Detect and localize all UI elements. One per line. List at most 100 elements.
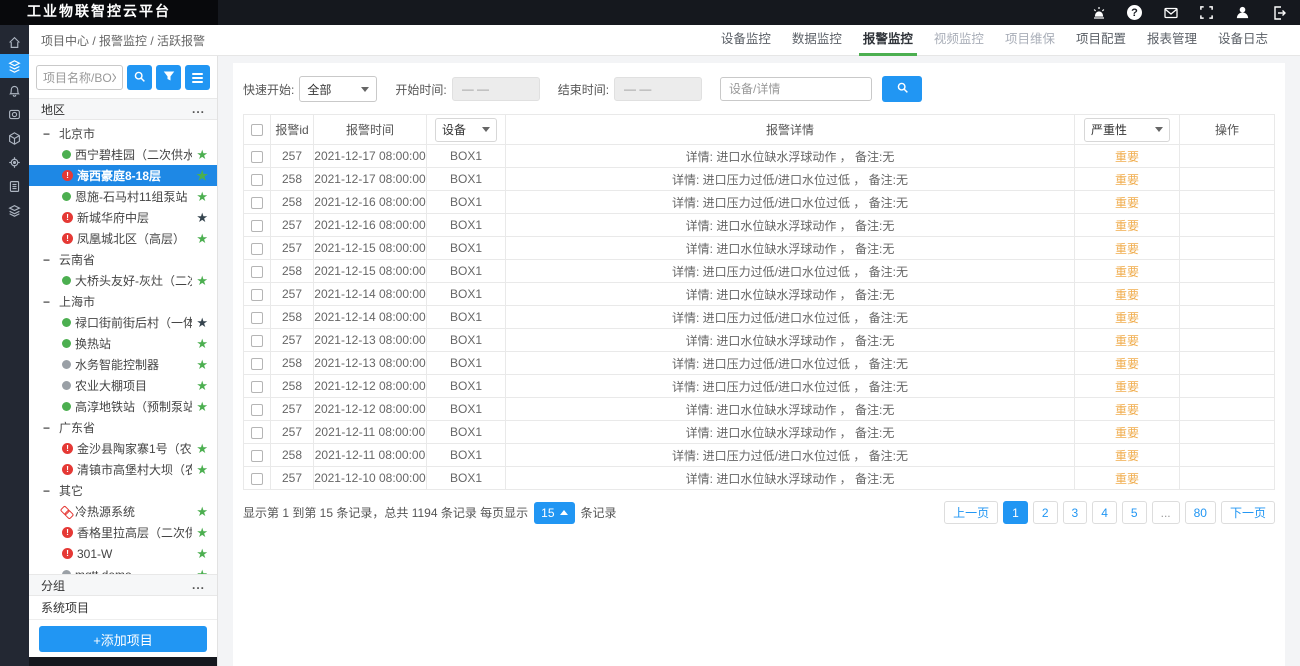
collapse-icon[interactable]: −: [43, 127, 55, 141]
row-checkbox[interactable]: [251, 450, 263, 462]
page-size-select[interactable]: 15: [534, 502, 574, 524]
nav-tab[interactable]: 设备日志: [1212, 25, 1274, 56]
page-button[interactable]: 上一页: [944, 501, 998, 524]
nav-tab[interactable]: 项目维保: [999, 25, 1061, 56]
logout-icon[interactable]: [1270, 4, 1287, 21]
star-icon[interactable]: ★: [196, 463, 208, 476]
rail-stack-icon[interactable]: [0, 198, 29, 222]
list-mode-button[interactable]: [185, 65, 210, 90]
collapse-icon[interactable]: −: [43, 295, 55, 309]
row-checkbox[interactable]: [251, 220, 263, 232]
tree-item[interactable]: − 其它 ★: [29, 480, 217, 501]
tree-item[interactable]: − 大桥头友好-灰灶（二次供水0 ★: [29, 270, 217, 291]
start-time-input[interactable]: [452, 77, 540, 101]
page-button[interactable]: 5: [1122, 501, 1147, 524]
row-checkbox[interactable]: [251, 266, 263, 278]
nav-tab[interactable]: 数据监控: [786, 25, 848, 56]
filter-button[interactable]: [156, 65, 181, 90]
device-filter-select[interactable]: 设备: [435, 118, 497, 142]
rail-alarm-bell-icon[interactable]: [0, 78, 29, 102]
row-checkbox[interactable]: [251, 289, 263, 301]
star-icon[interactable]: ★: [196, 232, 208, 245]
tree-item[interactable]: − 西宁碧桂园（二次供水3泵） ★: [29, 144, 217, 165]
nav-tab[interactable]: 视频监控: [928, 25, 990, 56]
row-checkbox[interactable]: [251, 312, 263, 324]
page-button[interactable]: 4: [1092, 501, 1117, 524]
star-icon[interactable]: ★: [196, 400, 208, 413]
rail-document-icon[interactable]: [0, 174, 29, 198]
filter-search-button[interactable]: [882, 76, 922, 102]
row-checkbox[interactable]: [251, 404, 263, 416]
search-button[interactable]: [127, 65, 152, 90]
rail-camera-icon[interactable]: [0, 102, 29, 126]
tree-item[interactable]: − 换热站 ★: [29, 333, 217, 354]
tree-item[interactable]: − 301-W ★: [29, 543, 217, 564]
nav-tab[interactable]: 项目配置: [1070, 25, 1132, 56]
star-icon[interactable]: ★: [196, 274, 208, 287]
nav-tab[interactable]: 报表管理: [1141, 25, 1203, 56]
star-icon[interactable]: ★: [196, 379, 208, 392]
row-checkbox[interactable]: [251, 473, 263, 485]
help-icon[interactable]: ?: [1126, 4, 1143, 21]
star-icon[interactable]: ★: [196, 526, 208, 539]
collapse-icon[interactable]: −: [43, 484, 55, 498]
row-checkbox[interactable]: [251, 174, 263, 186]
tree-item[interactable]: − 农业大棚项目 ★: [29, 375, 217, 396]
row-checkbox[interactable]: [251, 335, 263, 347]
nav-tab[interactable]: 报警监控: [857, 25, 919, 56]
tree-item[interactable]: − 水务智能控制器 ★: [29, 354, 217, 375]
row-checkbox[interactable]: [251, 151, 263, 163]
star-icon[interactable]: ★: [196, 148, 208, 161]
tree-item[interactable]: − 高淳地铁站（预制泵站） ★: [29, 396, 217, 417]
tree-item[interactable]: − 金沙县陶家寨1号（农污） ★: [29, 438, 217, 459]
region-more-icon[interactable]: ...: [192, 105, 205, 113]
rail-devices-icon[interactable]: [0, 54, 29, 78]
row-checkbox[interactable]: [251, 427, 263, 439]
page-button[interactable]: 1: [1003, 501, 1028, 524]
tree-item[interactable]: − mqtt demo ★: [29, 564, 217, 574]
row-checkbox[interactable]: [251, 381, 263, 393]
page-button[interactable]: 80: [1185, 501, 1216, 524]
page-button[interactable]: 下一页: [1221, 501, 1275, 524]
star-icon[interactable]: ★: [196, 190, 208, 203]
device-detail-input[interactable]: [720, 77, 872, 101]
page-button[interactable]: 2: [1033, 501, 1058, 524]
user-icon[interactable]: [1234, 4, 1251, 21]
quick-start-select[interactable]: 全部: [299, 76, 377, 102]
tree-item[interactable]: − 恩施-石马村11组泵站（二次供 ★: [29, 186, 217, 207]
tree-item[interactable]: − 广东省 ★: [29, 417, 217, 438]
star-icon[interactable]: ★: [196, 337, 208, 350]
rail-home-icon[interactable]: [0, 30, 29, 54]
add-project-button[interactable]: +添加项目: [39, 626, 207, 652]
star-icon[interactable]: ★: [196, 547, 208, 560]
tree-item[interactable]: − 云南省 ★: [29, 249, 217, 270]
page-button[interactable]: ...: [1152, 501, 1180, 524]
row-checkbox[interactable]: [251, 358, 263, 370]
tree-item[interactable]: − 海西豪庭8-18层 ★: [29, 165, 217, 186]
siren-icon[interactable]: [1090, 4, 1107, 21]
star-icon[interactable]: ★: [196, 316, 208, 329]
collapse-icon[interactable]: −: [43, 421, 55, 435]
star-icon[interactable]: ★: [196, 211, 208, 224]
system-project-item[interactable]: 系统项目: [29, 596, 217, 620]
page-button[interactable]: 3: [1063, 501, 1088, 524]
group-more-icon[interactable]: ...: [192, 581, 205, 589]
mail-icon[interactable]: [1162, 4, 1179, 21]
fullscreen-icon[interactable]: [1198, 4, 1215, 21]
tree-item[interactable]: − 上海市 ★: [29, 291, 217, 312]
tree-item[interactable]: − 凤凰城北区（高层） ★: [29, 228, 217, 249]
tree-item[interactable]: − 冷热源系统 ★: [29, 501, 217, 522]
end-time-input[interactable]: [614, 77, 702, 101]
row-checkbox[interactable]: [251, 197, 263, 209]
tree-item[interactable]: − 新城华府中层 ★: [29, 207, 217, 228]
rail-target-icon[interactable]: [0, 150, 29, 174]
row-checkbox[interactable]: [251, 243, 263, 255]
tree-item[interactable]: − 北京市 ★: [29, 123, 217, 144]
tree-item[interactable]: − 清镇市高堡村大坝（农污） ★: [29, 459, 217, 480]
star-icon[interactable]: ★: [196, 442, 208, 455]
select-all-checkbox[interactable]: [251, 124, 263, 136]
severity-filter-select[interactable]: 严重性: [1084, 118, 1170, 142]
tree-item[interactable]: − 香格里拉高层（二次供水2泵 ★: [29, 522, 217, 543]
tree-item[interactable]: − 禄口街前街后村（一体化泵站 ★: [29, 312, 217, 333]
nav-tab[interactable]: 设备监控: [715, 25, 777, 56]
